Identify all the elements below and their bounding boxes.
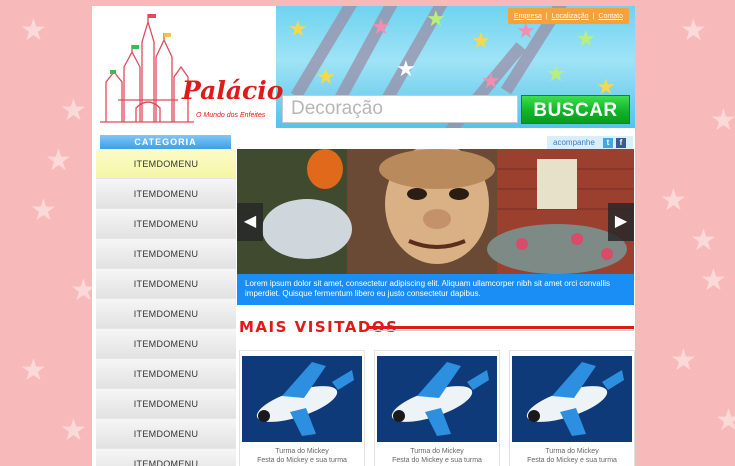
product-desc: Festa do Mickey e sua turma [257, 457, 347, 464]
svg-text:★: ★ [471, 29, 491, 54]
banner-prev-button[interactable]: ◀ [237, 203, 263, 241]
product-image[interactable] [377, 356, 497, 442]
category-heading: CATEGORIA [100, 135, 231, 149]
search-input[interactable]: Decoração [282, 95, 518, 123]
page-container: ★ ★ ★ ★ ★ ★ ★ ★ ★ ★ ★ Empresa | Localiza… [92, 6, 635, 466]
menu-item[interactable]: ITEMDOMENU [96, 269, 236, 299]
header: ★ ★ ★ ★ ★ ★ ★ ★ ★ ★ ★ Empresa | Localiza… [92, 6, 635, 128]
banner-caption: Lorem ipsum dolor sit amet, consectetur … [237, 274, 634, 305]
product-list: Turma do Mickey Festa do Mickey e sua tu… [239, 350, 635, 466]
logo[interactable]: Palácio O Mundo dos Enfeites [96, 12, 283, 128]
background-star: ★ [700, 263, 727, 298]
background-star: ★ [660, 183, 687, 218]
twitter-icon[interactable]: t [603, 138, 613, 148]
logo-text: Palácio [182, 76, 284, 105]
product-card[interactable]: Turma do Mickey Festa do Mickey e sua tu… [239, 350, 365, 466]
facebook-icon[interactable]: f [616, 138, 626, 148]
product-card[interactable]: Turma do Mickey Festa do Mickey e sua tu… [509, 350, 635, 466]
product-desc: Festa do Mickey e sua turma [527, 457, 617, 464]
link-contato[interactable]: Contato [598, 13, 623, 20]
product-image[interactable] [242, 356, 362, 442]
menu-item[interactable]: ITEMDOMENU [96, 239, 236, 269]
banner-next-button[interactable]: ▶ [608, 203, 634, 241]
background-star: ★ [710, 103, 735, 138]
top-links: Empresa | Localização | Contato [507, 8, 629, 24]
link-localizacao[interactable]: Localização [552, 13, 589, 20]
menu-item[interactable]: ITEMDOMENU [96, 209, 236, 239]
background-star: ★ [30, 193, 57, 228]
banner-image [237, 149, 634, 274]
menu-item[interactable]: ITEMDOMENU [96, 329, 236, 359]
airplane-icon [512, 356, 632, 442]
airplane-icon [242, 356, 362, 442]
link-separator: | [592, 12, 595, 20]
product-image[interactable] [512, 356, 632, 442]
title-underline-thin [368, 330, 634, 331]
logo-tagline: O Mundo dos Enfeites [196, 112, 266, 119]
product-name: Turma do Mickey [410, 448, 464, 455]
link-empresa[interactable]: Empresa [514, 13, 542, 20]
svg-text:★: ★ [481, 69, 501, 94]
background-star: ★ [45, 143, 72, 178]
svg-text:★: ★ [371, 15, 391, 40]
svg-text:★: ★ [546, 62, 566, 87]
menu-item[interactable]: ITEMDOMENU [96, 419, 236, 449]
background-star: ★ [60, 93, 87, 128]
follow-bar: acompanhe t f [547, 136, 633, 150]
product-name: Turma do Mickey [275, 448, 329, 455]
castle-icon [100, 14, 194, 123]
title-underline [368, 326, 634, 329]
svg-text:★: ★ [576, 27, 596, 52]
svg-text:★: ★ [426, 7, 446, 32]
search-button[interactable]: BUSCAR [521, 95, 630, 124]
banner-slider [237, 149, 634, 274]
svg-text:★: ★ [316, 65, 336, 90]
menu-item[interactable]: ITEMDOMENU [96, 449, 236, 466]
svg-text:★: ★ [396, 57, 416, 82]
airplane-icon [377, 356, 497, 442]
follow-label: acompanhe [553, 138, 595, 147]
background-star: ★ [20, 13, 47, 48]
background-star: ★ [680, 13, 707, 48]
product-name: Turma do Mickey [545, 448, 599, 455]
menu-item[interactable]: ITEMDOMENU [96, 389, 236, 419]
product-desc: Festa do Mickey e sua turma [392, 457, 482, 464]
background-star: ★ [20, 353, 47, 388]
product-card[interactable]: Turma do Mickey Festa do Mickey e sua tu… [374, 350, 500, 466]
link-separator: | [545, 12, 548, 20]
menu-item[interactable]: ITEMDOMENU [96, 359, 236, 389]
svg-text:★: ★ [288, 17, 308, 42]
background-star: ★ [715, 403, 735, 438]
background-star: ★ [60, 413, 87, 448]
menu-item[interactable]: ITEMDOMENU [96, 179, 236, 209]
category-menu: ITEMDOMENU ITEMDOMENU ITEMDOMENU ITEMDOM… [96, 149, 236, 466]
background-star: ★ [690, 223, 717, 258]
menu-item[interactable]: ITEMDOMENU [96, 299, 236, 329]
menu-item[interactable]: ITEMDOMENU [96, 149, 236, 179]
background-star: ★ [670, 343, 697, 378]
